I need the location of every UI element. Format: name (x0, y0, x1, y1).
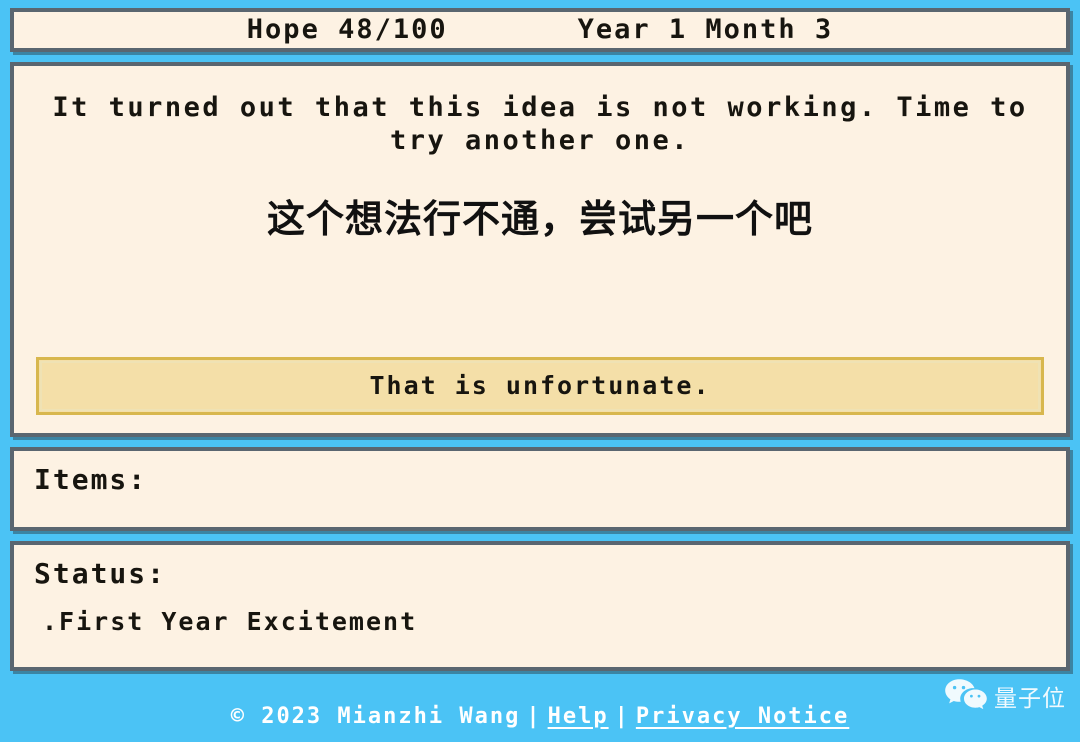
status-effect-item: .First Year Excitement (42, 606, 418, 636)
message-text-chinese: 这个想法行不通，尝试另一个吧 (266, 196, 813, 241)
footer: © 2023 Mianzhi Wang | Help | Privacy Notice (0, 706, 1080, 728)
message-body: It turned out that this idea is not work… (36, 92, 1044, 357)
footer-separator-2: | (614, 704, 630, 729)
message-panel: It turned out that this idea is not work… (10, 62, 1070, 437)
status-bar: Hope 48/100 Year 1 Month 3 (10, 8, 1070, 52)
help-link[interactable]: Help (548, 704, 609, 729)
privacy-notice-link[interactable]: Privacy Notice (636, 704, 849, 729)
status-title: Status: (34, 557, 167, 590)
items-panel: Items: (10, 447, 1070, 531)
status-bar-inner: Hope 48/100 Year 1 Month 3 (247, 16, 833, 43)
message-text-english: It turned out that this idea is not work… (52, 92, 1028, 156)
hope-meter: Hope 48/100 (246, 13, 448, 45)
copyright-text: © 2023 Mianzhi Wang (231, 704, 521, 729)
items-title: Items: (34, 463, 148, 496)
footer-separator-1: | (526, 704, 542, 729)
game-screen: Hope 48/100 Year 1 Month 3 It turned out… (0, 0, 1080, 742)
date-display: Year 1 Month 3 (577, 13, 834, 45)
status-effect-list: .First Year Excitement (34, 606, 1046, 637)
choice-list: That is unfortunate. (36, 357, 1044, 417)
status-panel: Status: .First Year Excitement (10, 541, 1070, 671)
choice-button-0[interactable]: That is unfortunate. (36, 357, 1044, 415)
copyright-label: © 2023 Mianzhi Wang (230, 704, 521, 729)
